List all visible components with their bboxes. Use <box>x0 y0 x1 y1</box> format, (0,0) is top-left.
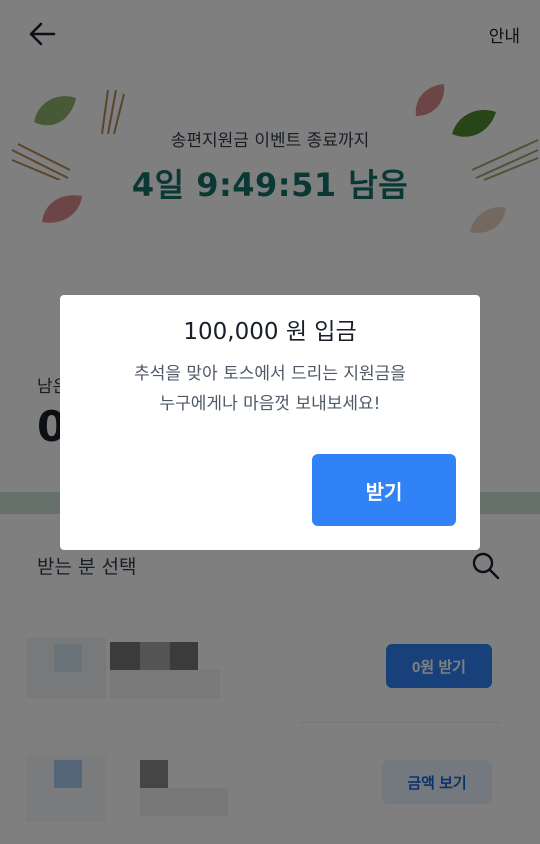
dialog-message-line: 누구에게나 마음껏 보내보세요! <box>159 394 381 414</box>
dialog-message-line: 추석을 맞아 토스에서 드리는 지원금을 <box>134 364 406 384</box>
dialog-message: 추석을 맞아 토스에서 드리는 지원금을 누구에게나 마음껏 보내보세요! <box>60 359 480 419</box>
receive-button[interactable]: 받기 <box>312 454 456 526</box>
dialog-title: 100,000 원 입금 <box>183 319 357 345</box>
deposit-dialog: 100,000 원 입금 추석을 맞아 토스에서 드리는 지원금을 누구에게나 … <box>60 295 480 550</box>
